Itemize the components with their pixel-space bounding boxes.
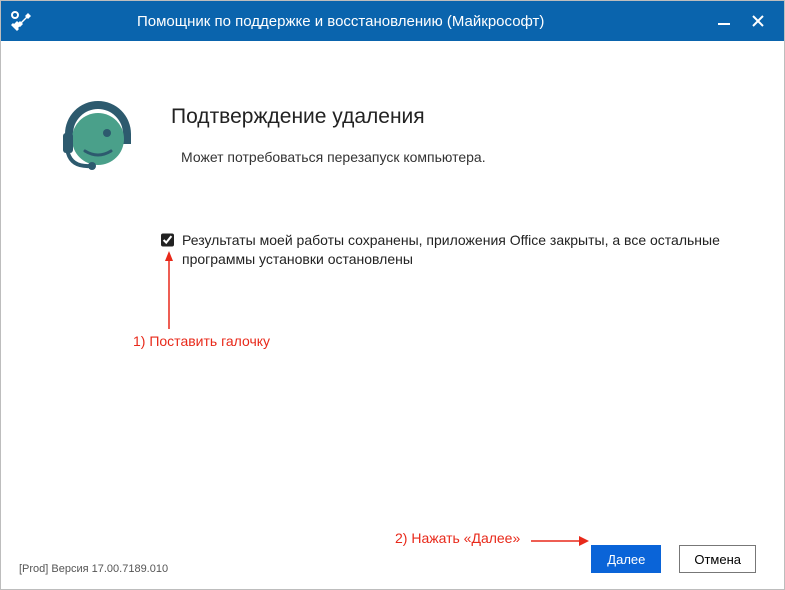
titlebar: Помощник по поддержке и восстановлению (…	[1, 1, 784, 41]
confirm-checkbox[interactable]	[161, 233, 174, 247]
minimize-button[interactable]	[714, 11, 734, 31]
footer-buttons: Далее Отмена	[591, 545, 756, 573]
confirm-checkbox-label[interactable]: Результаты моей работы сохранены, прилож…	[182, 231, 746, 269]
page-subtext: Может потребоваться перезапуск компьютер…	[181, 149, 486, 165]
footer: [Prod] Версия 17.00.7189.010 Далее Отмен…	[1, 529, 784, 589]
confirm-checkbox-row: Результаты моей работы сохранены, прилож…	[161, 231, 746, 269]
headset-person-icon	[53, 89, 143, 179]
content-area: Подтверждение удаления Может потребовать…	[1, 41, 784, 589]
app-window: Помощник по поддержке и восстановлению (…	[0, 0, 785, 590]
window-controls	[714, 1, 778, 41]
page-heading: Подтверждение удаления	[171, 105, 425, 129]
close-button[interactable]	[748, 11, 768, 31]
annotation-text-1: 1) Поставить галочку	[133, 333, 270, 349]
version-label: [Prod] Версия 17.00.7189.010	[19, 563, 168, 575]
cancel-button[interactable]: Отмена	[679, 545, 756, 573]
next-button[interactable]: Далее	[591, 545, 661, 573]
window-title: Помощник по поддержке и восстановлению (…	[137, 13, 544, 30]
app-tools-icon	[9, 9, 33, 33]
